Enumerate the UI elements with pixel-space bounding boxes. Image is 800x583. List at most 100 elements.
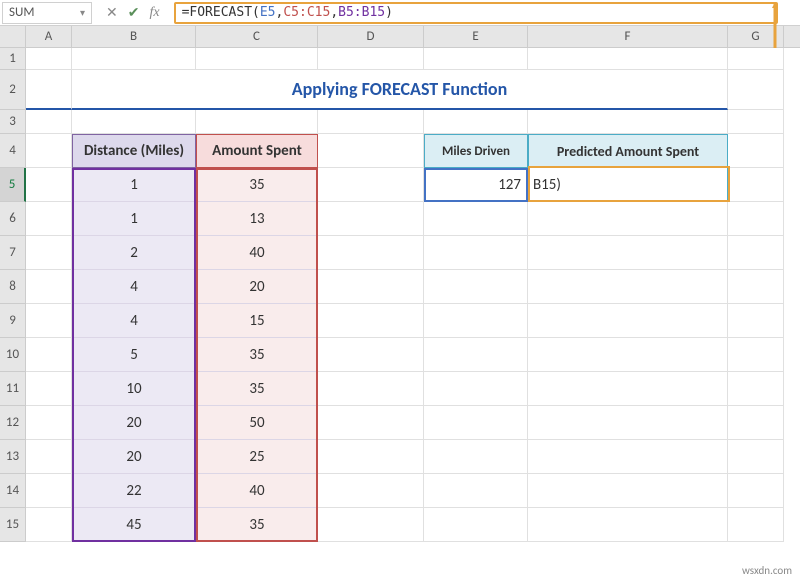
cell-D7[interactable]	[318, 236, 424, 270]
cell-F5[interactable]: B15)	[528, 168, 728, 202]
cell-G4[interactable]	[728, 134, 784, 168]
formula-input[interactable]: = FORECAST ( E5 , C5:C15 , B5:B15 )	[174, 2, 778, 24]
cell-C6[interactable]: 13	[196, 202, 318, 236]
cell-G7[interactable]	[728, 236, 784, 270]
cell-G6[interactable]	[728, 202, 784, 236]
col-header-F[interactable]: F	[528, 26, 728, 47]
cell-G5[interactable]	[728, 168, 784, 202]
row-header-3[interactable]: 3	[0, 110, 26, 134]
cell-E5[interactable]: 127	[424, 168, 528, 202]
cell-C12[interactable]: 50	[196, 406, 318, 440]
row-header-10[interactable]: 10	[0, 338, 26, 372]
cell-F3[interactable]	[528, 110, 728, 134]
cell-C14[interactable]: 40	[196, 474, 318, 508]
cell-E14[interactable]	[424, 474, 528, 508]
cell-C3[interactable]	[196, 110, 318, 134]
header-predicted[interactable]: Predicted Amount Spent	[528, 134, 728, 168]
cell-A15[interactable]	[26, 508, 72, 542]
row-header-14[interactable]: 14	[0, 474, 26, 508]
row-header-15[interactable]: 15	[0, 508, 26, 542]
cell-G11[interactable]	[728, 372, 784, 406]
cell-B6[interactable]: 1	[72, 202, 196, 236]
cell-F13[interactable]	[528, 440, 728, 474]
row-header-5[interactable]: 5	[0, 168, 26, 202]
cell-G1[interactable]	[728, 48, 784, 70]
cell-G10[interactable]	[728, 338, 784, 372]
cell-D5[interactable]	[318, 168, 424, 202]
cell-E11[interactable]	[424, 372, 528, 406]
col-header-B[interactable]: B	[72, 26, 196, 47]
row-header-4[interactable]: 4	[0, 134, 26, 168]
row-header-9[interactable]: 9	[0, 304, 26, 338]
cell-F12[interactable]	[528, 406, 728, 440]
cell-C10[interactable]: 35	[196, 338, 318, 372]
cell-D1[interactable]	[318, 48, 424, 70]
cell-A5[interactable]	[26, 168, 72, 202]
cell-D4[interactable]	[318, 134, 424, 168]
cell-D13[interactable]	[318, 440, 424, 474]
cell-E6[interactable]	[424, 202, 528, 236]
title-cell[interactable]: Applying FORECAST Function	[72, 70, 728, 110]
cell-E13[interactable]	[424, 440, 528, 474]
row-header-13[interactable]: 13	[0, 440, 26, 474]
cell-F1[interactable]	[528, 48, 728, 70]
name-box[interactable]: SUM ▾	[2, 2, 92, 24]
cell-F10[interactable]	[528, 338, 728, 372]
cell-G2[interactable]	[728, 70, 784, 110]
cell-D9[interactable]	[318, 304, 424, 338]
cell-B12[interactable]: 20	[72, 406, 196, 440]
cell-D10[interactable]	[318, 338, 424, 372]
row-header-12[interactable]: 12	[0, 406, 26, 440]
cell-A10[interactable]	[26, 338, 72, 372]
row-header-2[interactable]: 2	[0, 70, 26, 110]
cell-A4[interactable]	[26, 134, 72, 168]
cell-B9[interactable]: 4	[72, 304, 196, 338]
cell-C13[interactable]: 25	[196, 440, 318, 474]
cell-C11[interactable]: 35	[196, 372, 318, 406]
cell-A9[interactable]	[26, 304, 72, 338]
cell-F6[interactable]	[528, 202, 728, 236]
fx-icon[interactable]: fx	[149, 5, 159, 21]
row-header-7[interactable]: 7	[0, 236, 26, 270]
cell-G9[interactable]	[728, 304, 784, 338]
cell-C9[interactable]: 15	[196, 304, 318, 338]
row-header-8[interactable]: 8	[0, 270, 26, 304]
cell-G13[interactable]	[728, 440, 784, 474]
cell-E10[interactable]	[424, 338, 528, 372]
cell-B15[interactable]: 45	[72, 508, 196, 542]
cell-E7[interactable]	[424, 236, 528, 270]
cell-A12[interactable]	[26, 406, 72, 440]
cell-C15[interactable]: 35	[196, 508, 318, 542]
row-header-6[interactable]: 6	[0, 202, 26, 236]
cell-A11[interactable]	[26, 372, 72, 406]
cell-B13[interactable]: 20	[72, 440, 196, 474]
cell-A7[interactable]	[26, 236, 72, 270]
cell-E3[interactable]	[424, 110, 528, 134]
col-header-A[interactable]: A	[26, 26, 72, 47]
header-miles-driven[interactable]: Miles Driven	[424, 134, 528, 168]
header-amount[interactable]: Amount Spent	[196, 134, 318, 168]
select-all-corner[interactable]	[0, 26, 26, 48]
name-box-dropdown-icon[interactable]: ▾	[80, 6, 85, 19]
cell-C8[interactable]: 20	[196, 270, 318, 304]
cell-D8[interactable]	[318, 270, 424, 304]
cell-A6[interactable]	[26, 202, 72, 236]
cell-C7[interactable]: 40	[196, 236, 318, 270]
cell-B7[interactable]: 2	[72, 236, 196, 270]
cell-E12[interactable]	[424, 406, 528, 440]
cell-F8[interactable]	[528, 270, 728, 304]
row-header-11[interactable]: 11	[0, 372, 26, 406]
cell-B3[interactable]	[72, 110, 196, 134]
col-header-E[interactable]: E	[424, 26, 528, 47]
cell-E9[interactable]	[424, 304, 528, 338]
cell-A1[interactable]	[26, 48, 72, 70]
cell-B5[interactable]: 1	[72, 168, 196, 202]
cell-B14[interactable]: 22	[72, 474, 196, 508]
col-header-G[interactable]: G	[728, 26, 784, 47]
cell-E15[interactable]	[424, 508, 528, 542]
cell-G14[interactable]	[728, 474, 784, 508]
cell-A2[interactable]	[26, 70, 72, 110]
col-header-C[interactable]: C	[196, 26, 318, 47]
cell-D15[interactable]	[318, 508, 424, 542]
cell-G8[interactable]	[728, 270, 784, 304]
